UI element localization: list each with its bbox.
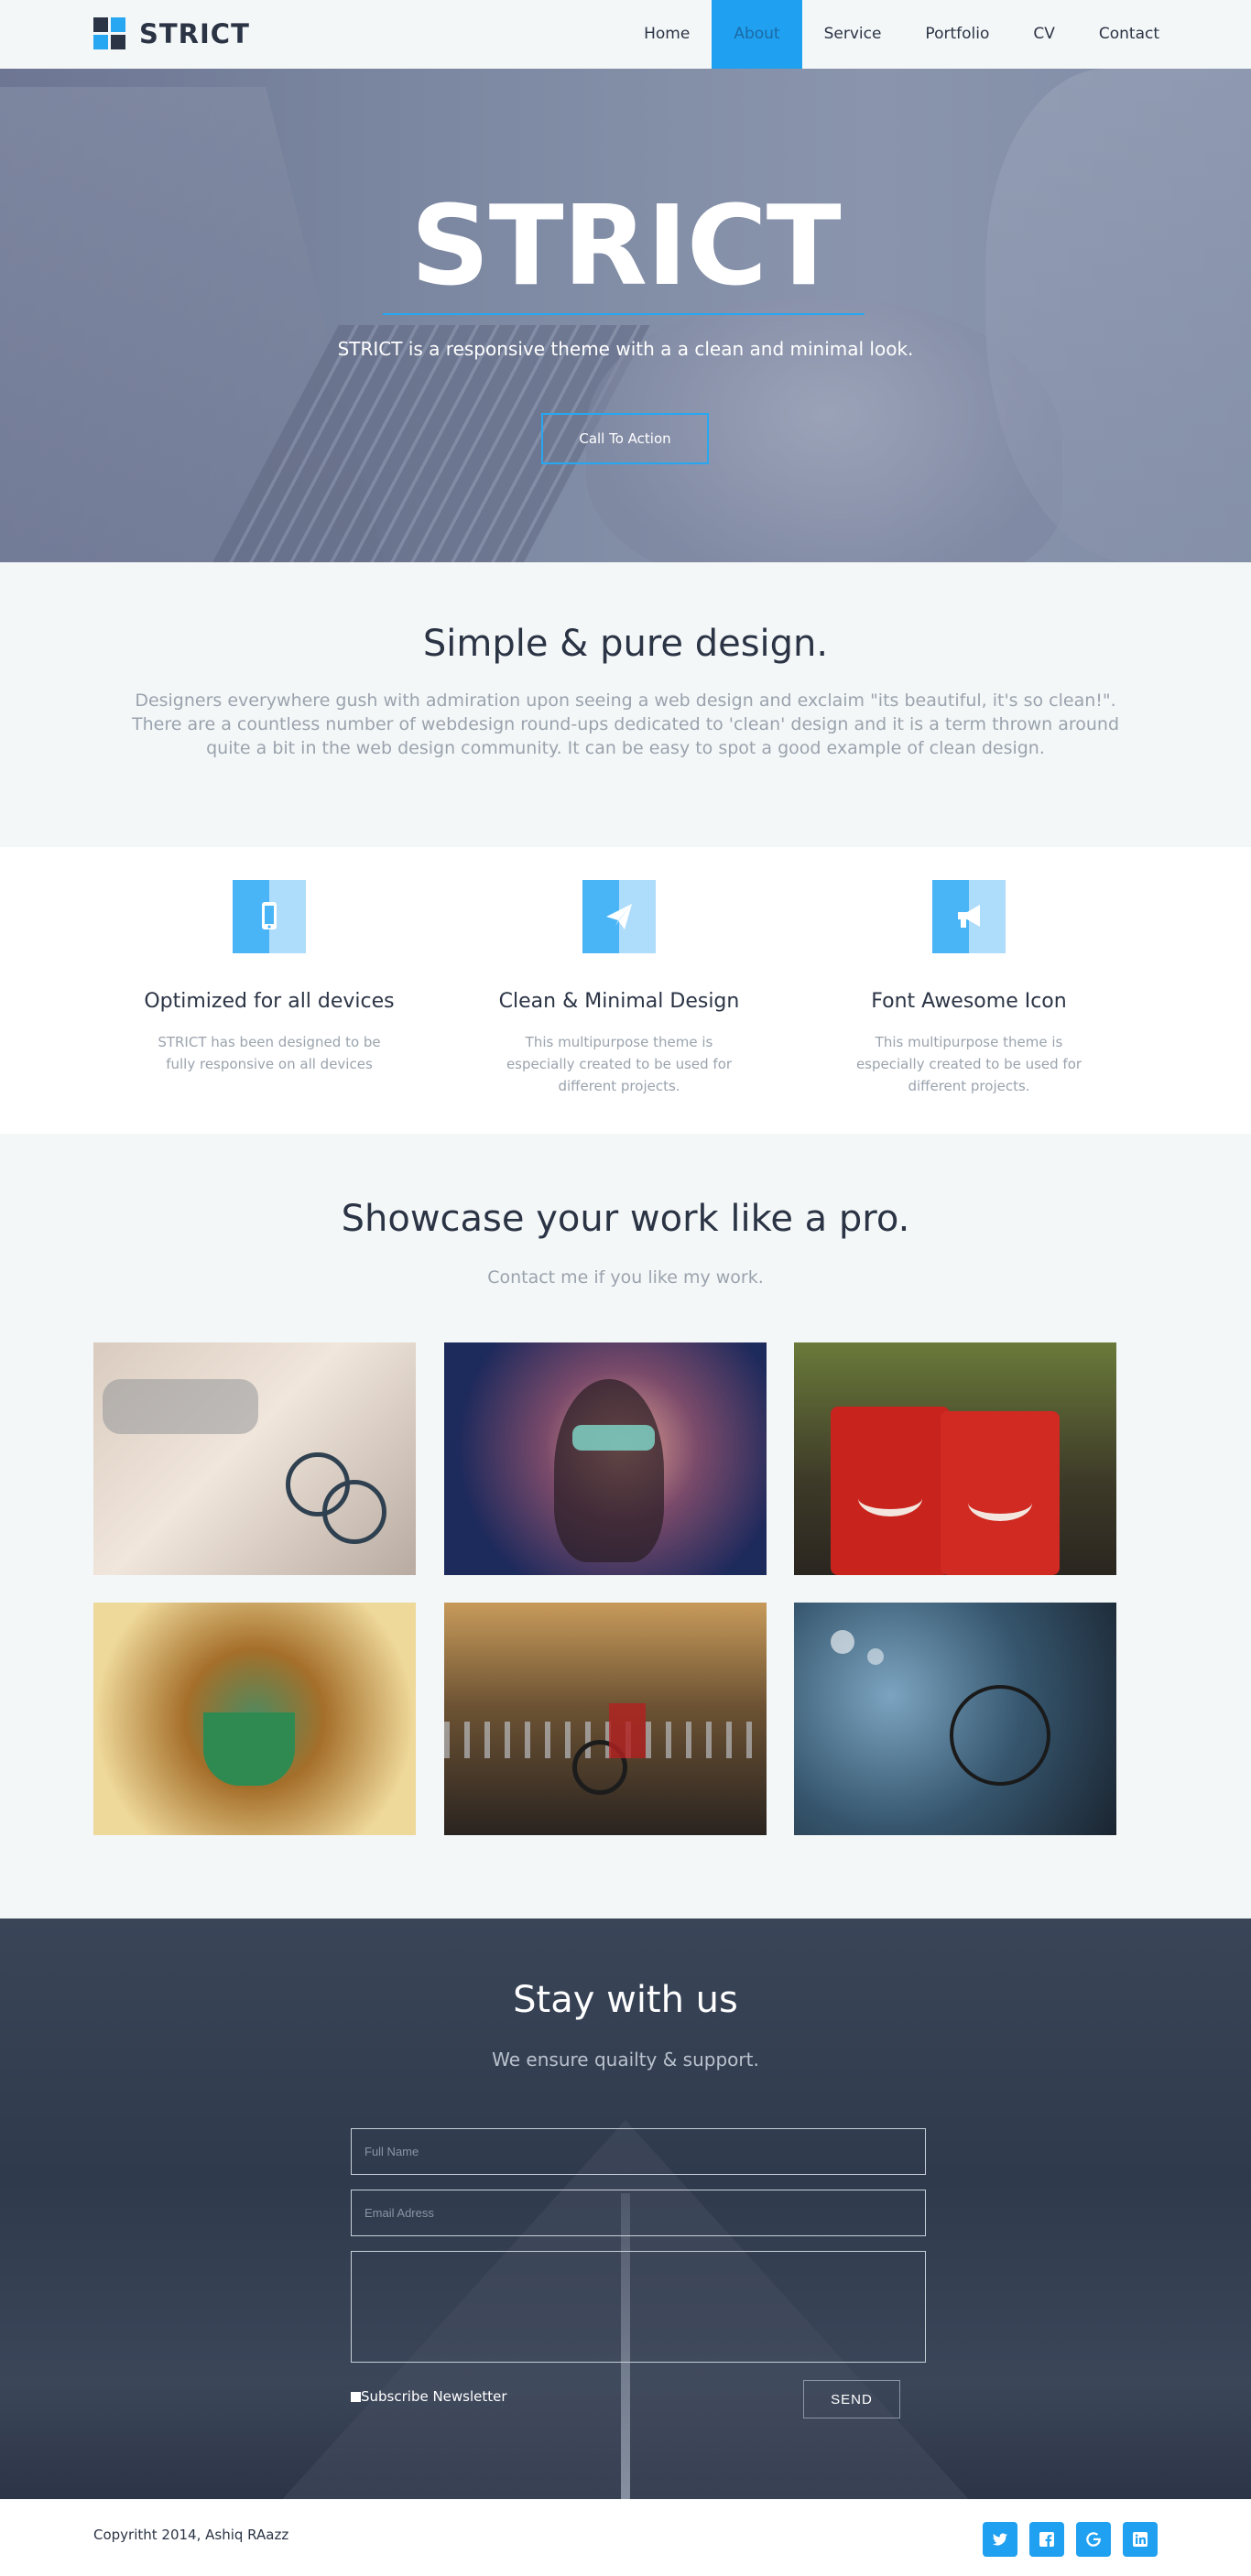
feature-title: Clean & Minimal Design bbox=[498, 990, 740, 1013]
woman-sunglasses-photo[interactable] bbox=[444, 1342, 767, 1575]
contact-title: Stay with us bbox=[513, 1979, 738, 2021]
logo-icon bbox=[93, 17, 125, 49]
twitter-icon[interactable] bbox=[983, 2522, 1017, 2557]
google-icon[interactable] bbox=[1076, 2522, 1111, 2557]
feature-title: Optimized for all devices bbox=[144, 990, 395, 1013]
contact-subtitle: We ensure quailty & support. bbox=[492, 2049, 759, 2071]
nav-item-portfolio[interactable]: Portfolio bbox=[903, 0, 1011, 69]
red-smiley-mugs-photo[interactable] bbox=[794, 1342, 1116, 1575]
hero-divider bbox=[383, 313, 865, 315]
nav-item-contact[interactable]: Contact bbox=[1077, 0, 1181, 69]
nav-item-about[interactable]: About bbox=[712, 0, 802, 69]
night-bicycle-photo[interactable] bbox=[794, 1603, 1116, 1835]
mobile-icon bbox=[233, 880, 306, 953]
feature-icons: Font Awesome Icon This multipurpose them… bbox=[832, 880, 1106, 1097]
full-name-field[interactable] bbox=[351, 2128, 926, 2175]
paper-plane-icon bbox=[582, 880, 656, 953]
subscribe-newsletter-checkbox[interactable]: Subscribe Newsletter bbox=[351, 2388, 507, 2405]
send-button[interactable]: SEND bbox=[803, 2380, 900, 2418]
portfolio-title: Showcase your work like a pro. bbox=[341, 1198, 910, 1240]
portfolio-section: Showcase your work like a pro. Contact m… bbox=[0, 1134, 1251, 1918]
hero-section: STRICT STRICT is a responsive theme with… bbox=[0, 69, 1251, 562]
call-to-action-button[interactable]: Call To Action bbox=[541, 413, 709, 464]
portfolio-subtitle: Contact me if you like my work. bbox=[487, 1267, 764, 1288]
brand[interactable]: STRICT bbox=[93, 17, 250, 49]
street-bicycle-photo[interactable] bbox=[93, 1342, 416, 1575]
brand-name: STRICT bbox=[139, 17, 250, 49]
features-section: Optimized for all devices STRICT has bee… bbox=[0, 847, 1251, 1134]
bullhorn-icon bbox=[932, 880, 1006, 953]
intro-section: Simple & pure design. Designers everywhe… bbox=[0, 562, 1251, 847]
contact-section: Stay with us We ensure quailty & support… bbox=[0, 1918, 1251, 2499]
coffee-splash-photo[interactable] bbox=[93, 1603, 416, 1835]
message-field[interactable] bbox=[351, 2251, 926, 2363]
main-menu: Home About Service Portfolio CV Contact bbox=[622, 0, 1251, 69]
feature-devices: Optimized for all devices STRICT has bee… bbox=[132, 880, 407, 1075]
subscribe-label: Subscribe Newsletter bbox=[361, 2388, 507, 2405]
footer: Copyritht 2014, Ashiq RAazz bbox=[0, 2499, 1251, 2576]
feature-title: Font Awesome Icon bbox=[871, 990, 1067, 1013]
hero-title: STRICT bbox=[410, 183, 841, 310]
checkbox-icon[interactable] bbox=[351, 2391, 361, 2402]
email-field[interactable] bbox=[351, 2190, 926, 2236]
feature-text: This multipurpose theme is especially cr… bbox=[855, 1034, 1082, 1094]
intro-text: Designers everywhere gush with admiratio… bbox=[131, 690, 1120, 758]
intro-title: Simple & pure design. bbox=[422, 623, 829, 665]
linkedin-icon[interactable] bbox=[1123, 2522, 1158, 2557]
copyright-text: Copyritht 2014, Ashiq RAazz bbox=[93, 2527, 289, 2543]
nav-item-home[interactable]: Home bbox=[622, 0, 712, 69]
red-bicycle-photo[interactable] bbox=[444, 1603, 767, 1835]
nav-item-cv[interactable]: CV bbox=[1011, 0, 1077, 69]
feature-design: Clean & Minimal Design This multipurpose… bbox=[482, 880, 756, 1097]
feature-text: This multipurpose theme is especially cr… bbox=[506, 1034, 733, 1094]
feature-text: STRICT has been designed to be fully res… bbox=[158, 1034, 381, 1072]
nav-item-service[interactable]: Service bbox=[802, 0, 904, 69]
social-links bbox=[971, 2522, 1158, 2557]
facebook-icon[interactable] bbox=[1029, 2522, 1064, 2557]
hero-subtitle: STRICT is a responsive theme with a a cl… bbox=[337, 338, 914, 360]
top-navbar: STRICT Home About Service Portfolio CV C… bbox=[0, 0, 1251, 69]
